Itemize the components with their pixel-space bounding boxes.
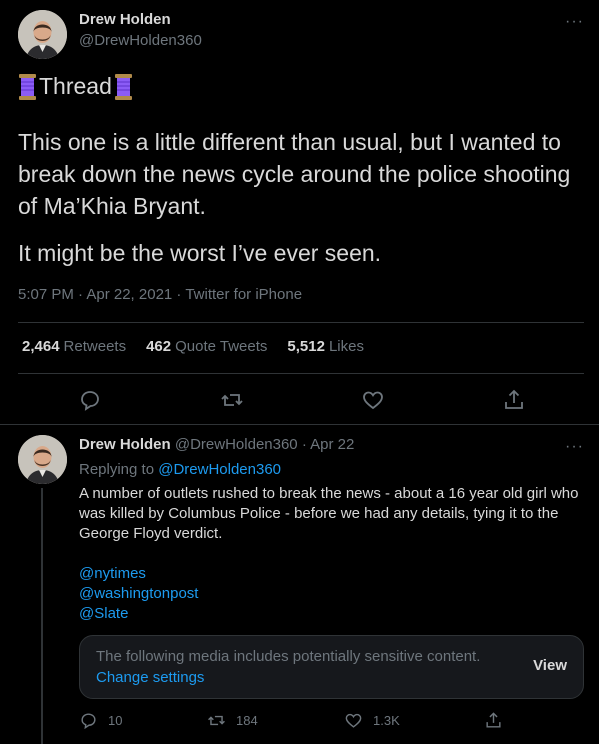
- more-icon[interactable]: ···: [565, 438, 584, 456]
- like-action[interactable]: 1.3K: [344, 711, 400, 730]
- retweet-icon[interactable]: [220, 388, 244, 412]
- retweet-icon: [208, 715, 225, 726]
- more-icon[interactable]: ···: [565, 13, 584, 31]
- retweets-count: 2,464: [22, 338, 60, 355]
- quotes-stat[interactable]: 462 Quote Tweets: [146, 338, 267, 355]
- share-action[interactable]: [484, 711, 503, 730]
- reply-count: 10: [108, 713, 123, 728]
- retweets-stat[interactable]: 2,464 Retweets: [22, 338, 126, 355]
- retweet-count: 184: [236, 713, 258, 728]
- tweet-timestamp[interactable]: 5:07 PM · Apr 22, 2021 · Twitter for iPh…: [18, 286, 302, 303]
- retweet-action[interactable]: 184: [207, 711, 258, 730]
- replying-to-link[interactable]: @DrewHolden360: [158, 461, 281, 478]
- reply-author-name[interactable]: Drew Holden: [79, 436, 171, 453]
- divider: [18, 322, 584, 323]
- likes-count: 5,512: [287, 338, 325, 355]
- retweets-label: Retweets: [63, 338, 127, 355]
- thread-label: Thread: [39, 73, 112, 99]
- replying-prefix: Replying to: [79, 461, 155, 478]
- reply-icon: [81, 713, 96, 730]
- replying-to: Replying to @DrewHolden360: [79, 461, 281, 478]
- like-count: 1.3K: [373, 713, 400, 728]
- thread-label-row: Thread: [18, 73, 133, 100]
- sensitive-content-text: The following media includes potentially…: [96, 648, 481, 665]
- reply-author-handle[interactable]: @DrewHolden360: [175, 436, 298, 453]
- mention-link[interactable]: @nytimes: [79, 564, 198, 584]
- likes-stat[interactable]: 5,512 Likes: [287, 338, 364, 355]
- divider: [18, 373, 584, 374]
- spool-of-thread-icon: [18, 73, 37, 100]
- mention-link[interactable]: @Slate: [79, 604, 198, 624]
- reply-text: A number of outlets rushed to break the …: [79, 485, 583, 542]
- quotes-count: 462: [146, 338, 172, 355]
- quotes-label: Quote Tweets: [175, 338, 268, 355]
- tweet-paragraph-2: It might be the worst I’ve ever seen.: [18, 240, 382, 266]
- tweet-paragraph-1: This one is a little different than usua…: [18, 129, 577, 219]
- sensitive-media-warning: The following media includes potentially…: [79, 635, 584, 699]
- author-avatar[interactable]: [18, 10, 67, 59]
- reply-actions: 10 184 1.3K: [0, 711, 599, 735]
- likes-label: Likes: [328, 338, 364, 355]
- tweet-stats: 2,464 Retweets 462 Quote Tweets 5,512 Likes: [22, 338, 364, 355]
- change-settings-link[interactable]: Change settings: [96, 669, 204, 686]
- reply-icon[interactable]: [78, 388, 102, 412]
- reply-header: Drew Holden @DrewHolden360 · Apr 22: [79, 436, 354, 453]
- like-icon[interactable]: [361, 388, 385, 412]
- tweet-actions: [0, 388, 599, 412]
- mention-link[interactable]: @washingtonpost: [79, 584, 198, 604]
- view-button[interactable]: View: [533, 657, 567, 674]
- reply-action[interactable]: 10: [79, 711, 122, 730]
- reply-author-avatar[interactable]: [18, 435, 67, 484]
- thread-connector-line: [41, 488, 43, 744]
- share-icon[interactable]: [502, 388, 526, 412]
- mentions-list: @nytimes @washingtonpost @Slate: [79, 564, 198, 624]
- author-handle[interactable]: @DrewHolden360: [79, 32, 202, 49]
- spool-of-thread-icon: [114, 73, 133, 100]
- share-icon: [486, 712, 501, 728]
- like-icon: [345, 713, 362, 728]
- main-tweet: Drew Holden @DrewHolden360 ··· Thread Th…: [0, 0, 599, 425]
- reply-date[interactable]: · Apr 22: [302, 436, 355, 453]
- author-name[interactable]: Drew Holden: [79, 11, 171, 28]
